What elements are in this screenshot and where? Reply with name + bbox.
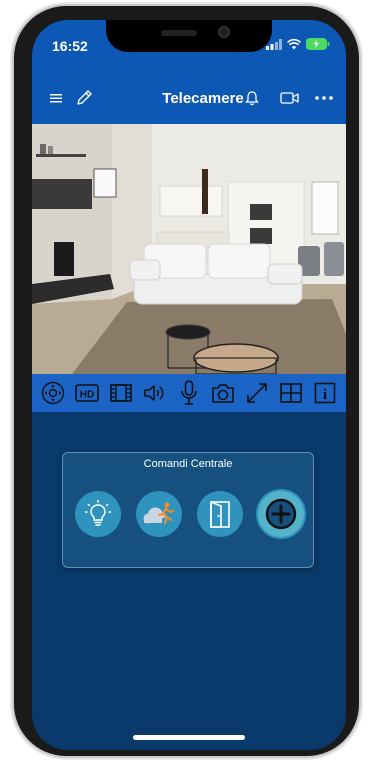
front-camera	[218, 26, 230, 38]
add-button[interactable]	[258, 491, 304, 537]
camera-icon	[212, 384, 234, 403]
info-button[interactable]: i	[312, 380, 338, 406]
comandi-centrale-panel: Comandi Centrale	[62, 452, 314, 568]
edit-pencil-icon	[77, 90, 92, 105]
snapshot-button[interactable]	[210, 380, 236, 406]
ptz-arrows-icon	[41, 381, 65, 405]
home-indicator[interactable]	[133, 735, 245, 740]
audio-button[interactable]	[142, 380, 168, 406]
battery-charging-icon	[306, 38, 330, 50]
panel-title: Comandi Centrale	[143, 458, 233, 470]
light-button[interactable]	[75, 491, 121, 537]
speaker-icon	[144, 385, 164, 401]
hd-label: HD	[80, 390, 94, 401]
menu-icon	[50, 94, 62, 103]
alarm-exit-button[interactable]	[136, 491, 182, 537]
expand-icon	[247, 383, 267, 403]
cellular-signal-icon	[266, 38, 282, 50]
cloud-running-person-icon	[143, 502, 174, 524]
door-icon	[210, 501, 230, 528]
video-camera-icon	[280, 92, 299, 104]
notifications-button[interactable]	[240, 86, 264, 110]
grid-icon	[280, 383, 302, 403]
living-room-scene	[32, 124, 346, 374]
film-icon	[110, 384, 132, 402]
microphone-button[interactable]	[176, 380, 202, 406]
record-button[interactable]	[108, 380, 134, 406]
video-button[interactable]	[278, 86, 302, 110]
more-button[interactable]	[312, 86, 336, 110]
ptz-button[interactable]	[40, 380, 66, 406]
status-time: 16:52	[52, 38, 88, 54]
phone-screen: 16:52 Telecamere HD i Comandi Centrale	[32, 20, 346, 750]
more-dots-icon	[315, 96, 333, 100]
camera-feed[interactable]	[32, 124, 346, 374]
info-label: i	[323, 387, 327, 403]
speaker-grille	[161, 30, 197, 36]
hd-icon: HD	[75, 384, 99, 402]
fullscreen-button[interactable]	[244, 380, 270, 406]
status-bar: 16:52	[32, 20, 346, 72]
bell-icon	[245, 91, 259, 106]
door-button[interactable]	[197, 491, 243, 537]
grid-button[interactable]	[278, 380, 304, 406]
nav-bar: Telecamere	[32, 72, 346, 124]
camera-toolbar: HD i	[32, 374, 346, 412]
plus-circle-icon	[265, 498, 297, 530]
wifi-icon	[287, 38, 301, 49]
lightbulb-icon	[85, 500, 111, 526]
microphone-icon	[181, 380, 197, 405]
info-icon: i	[314, 382, 336, 404]
edit-button[interactable]	[72, 86, 96, 110]
status-icons	[266, 38, 330, 50]
notch	[106, 20, 272, 52]
hd-button[interactable]: HD	[74, 380, 100, 406]
menu-button[interactable]	[44, 86, 68, 110]
content-area: Comandi Centrale	[32, 412, 346, 750]
